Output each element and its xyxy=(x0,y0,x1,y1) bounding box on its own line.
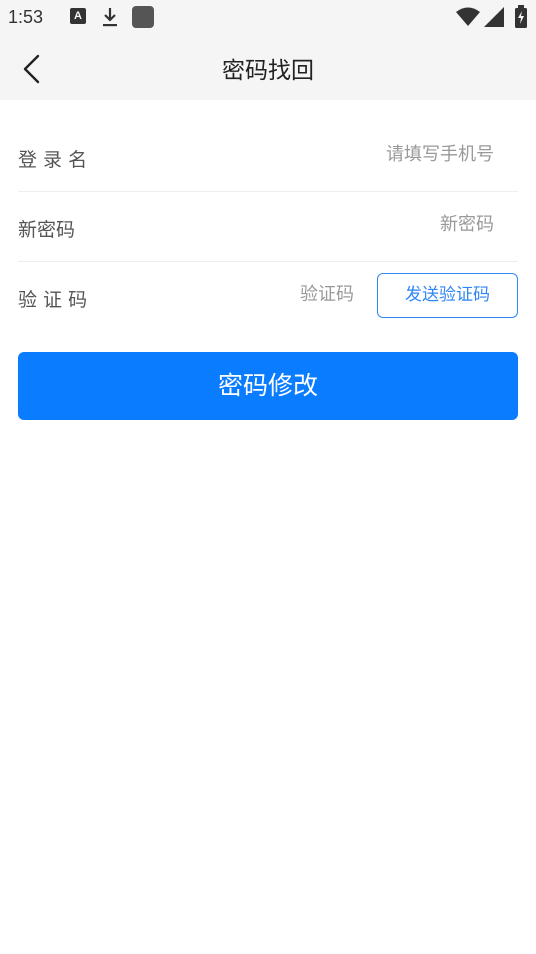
verification-code-label: 验 证 码 xyxy=(18,289,88,311)
battery-icon xyxy=(514,5,528,33)
app-square-icon xyxy=(132,6,154,28)
login-name-row: 登 录 名 xyxy=(18,122,518,192)
status-bar: 1:53 A xyxy=(0,0,536,36)
nav-bar: 密码找回 xyxy=(0,36,536,100)
verification-code-input[interactable] xyxy=(204,284,354,305)
new-password-row: 新密码 xyxy=(18,192,518,262)
send-code-button[interactable]: 发送验证码 xyxy=(377,273,518,318)
new-password-input[interactable] xyxy=(234,214,494,235)
new-password-label: 新密码 xyxy=(18,219,76,241)
verification-code-row: 验 证 码 发送验证码 xyxy=(18,262,518,332)
signal-icon xyxy=(484,7,504,31)
a-notification-icon: A xyxy=(70,8,86,24)
status-time: 1:53 xyxy=(8,7,44,27)
page-title: 密码找回 xyxy=(222,58,314,84)
change-password-button[interactable]: 密码修改 xyxy=(18,352,518,420)
wifi-icon xyxy=(456,7,480,31)
login-name-label: 登 录 名 xyxy=(18,149,88,171)
download-icon xyxy=(101,6,119,32)
login-name-input[interactable] xyxy=(234,144,494,165)
